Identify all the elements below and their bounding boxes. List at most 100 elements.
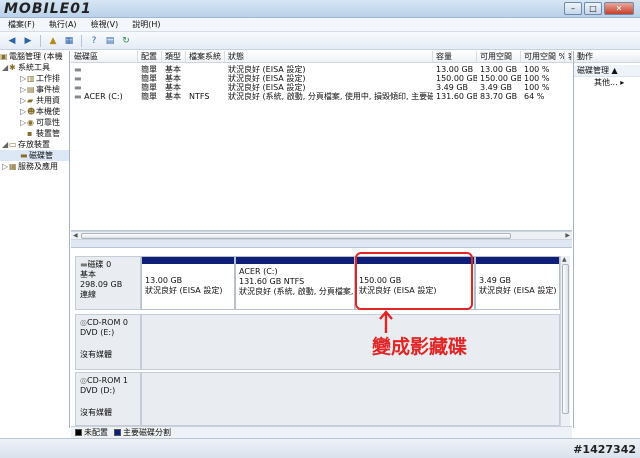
- column-header-file-system[interactable]: 檔案系統: [186, 51, 225, 63]
- layout-cell: 簡單: [141, 83, 157, 92]
- column-header-percent-free[interactable]: 可用空間 %: [521, 51, 565, 63]
- column-header-fault-tolerance[interactable]: 容錯: [565, 51, 572, 63]
- computer-icon: ▣: [0, 52, 8, 61]
- close-button[interactable]: ✕: [604, 2, 634, 15]
- expand-arrow-icon[interactable]: ▷: [2, 161, 9, 172]
- layout-cell: 簡單: [141, 92, 157, 101]
- disk-0-partitions: 13.00 GB 狀況良好 (EISA 設定) ACER (C:) 131.60…: [141, 256, 560, 310]
- expand-arrow-icon[interactable]: ▷: [20, 95, 27, 106]
- scrollbar-thumb[interactable]: [81, 233, 511, 239]
- menu-view[interactable]: 檢視(V): [91, 19, 119, 30]
- minimize-button[interactable]: –: [564, 2, 582, 15]
- highlight-box: [355, 252, 473, 310]
- tree-item-computer-management[interactable]: ▣電腦管理 (本機: [0, 51, 69, 62]
- capacity-cell: 150.00 GB: [436, 74, 477, 83]
- forward-arrow-icon[interactable]: ▶: [22, 35, 34, 47]
- navigation-tree: ▣電腦管理 (本機 ◢✱ 系統工具 ▷▥工作排 ▷▤事件檢 ▷▰ 共用資 ▷☻本機使…: [0, 51, 70, 428]
- tree-item-shared-folders[interactable]: ▷▰ 共用資: [0, 95, 69, 106]
- partition-3-49gb[interactable]: 3.49 GB 狀況良好 (EISA 設定): [475, 256, 560, 310]
- tree-item-system-tools[interactable]: ◢✱ 系統工具: [0, 62, 69, 73]
- vertical-scrollbar[interactable]: ▲: [560, 256, 570, 426]
- tree-item-reliability[interactable]: ▷◉ 可靠性: [0, 117, 69, 128]
- partition-acer-c[interactable]: ACER (C:) 131.60 GB NTFS 狀況良好 (系統, 啟動, 分…: [235, 256, 355, 310]
- pane-splitter[interactable]: [71, 240, 572, 247]
- column-header-type[interactable]: 類型: [162, 51, 186, 63]
- tree-item-device-manager[interactable]: ▪ 裝置管: [0, 128, 69, 139]
- table-row[interactable]: ▬ 簡單 基本 狀況良好 (EISA 設定) 13.00 GB 13.00 GB…: [71, 65, 572, 74]
- chevron-right-icon: ▸: [620, 78, 625, 87]
- show-tree-icon[interactable]: ▦: [63, 35, 75, 47]
- annotation-text: 變成影藏碟: [372, 336, 468, 358]
- cdrom-1-area[interactable]: [141, 372, 560, 426]
- scroll-right-icon[interactable]: ▶: [565, 232, 570, 240]
- volume-cell: ▬ ACER (C:): [74, 92, 123, 101]
- column-header-status[interactable]: 狀態: [225, 51, 433, 63]
- tree-item-disk-management[interactable]: ▬磁碟管: [0, 150, 69, 161]
- free-space-cell: 150.00 GB: [480, 74, 521, 83]
- file-system-cell: [186, 65, 225, 74]
- more-actions-link[interactable]: 其他... ▸: [574, 77, 640, 89]
- collapse-arrow-icon[interactable]: ▲: [612, 66, 618, 75]
- table-row[interactable]: ▬ ACER (C:) 簡單 基本 NTFS 狀況良好 (系統, 啟動, 分頁檔…: [71, 92, 572, 101]
- volume-cell: ▬: [71, 65, 138, 74]
- back-arrow-icon[interactable]: ◀: [6, 35, 18, 47]
- menu-action[interactable]: 執行(A): [49, 19, 77, 30]
- refresh-icon[interactable]: ↻: [120, 35, 132, 47]
- scroll-up-icon[interactable]: ▲: [562, 256, 567, 264]
- tree-item-event-viewer[interactable]: ▷▤事件檢: [0, 84, 69, 95]
- cdrom-1-label[interactable]: ◎CD-ROM 1 DVD (D:) 沒有媒體: [75, 372, 141, 426]
- maximize-button[interactable]: □: [584, 2, 602, 15]
- percent-free-cell: 64 %: [524, 92, 545, 101]
- up-arrow-icon: [379, 310, 393, 333]
- disk-map: ▬磁碟 0 基本 298.09 GB 連線 13.00 GB 狀況良好 (EIS…: [71, 247, 572, 426]
- scroll-left-icon[interactable]: ◀: [73, 232, 78, 240]
- table-row[interactable]: ▬ 簡單 基本 狀況良好 (EISA 設定) 150.00 GB 150.00 …: [71, 74, 572, 83]
- disk-0-label[interactable]: ▬磁碟 0 基本 298.09 GB 連線: [75, 256, 141, 310]
- cdrom-0-area[interactable]: [141, 314, 560, 370]
- column-header-free-space[interactable]: 可用空間: [477, 51, 521, 63]
- disk-size: 298.09 GB: [80, 280, 123, 289]
- file-system-cell: [186, 74, 225, 83]
- capacity-cell: 3.49 GB: [436, 83, 469, 92]
- actions-section-disk-management[interactable]: 磁碟管理 ▲: [574, 65, 640, 77]
- up-folder-icon[interactable]: ▲: [47, 35, 59, 47]
- menu-help[interactable]: 說明(H): [132, 19, 160, 30]
- partition-bar: [476, 257, 559, 264]
- menu-file[interactable]: 檔案(F): [8, 19, 35, 30]
- file-system-cell: NTFS: [189, 92, 210, 101]
- scrollbar-thumb[interactable]: [562, 264, 569, 414]
- disk-icon: ▬: [80, 260, 88, 269]
- partition-13gb[interactable]: 13.00 GB 狀況良好 (EISA 設定): [141, 256, 235, 310]
- column-header-layout[interactable]: 配置: [138, 51, 162, 63]
- tree-item-local-users[interactable]: ▷☻本機使: [0, 106, 69, 117]
- horizontal-scrollbar[interactable]: ◀ ▶: [71, 231, 572, 240]
- column-header-capacity[interactable]: 容量: [433, 51, 477, 63]
- expand-arrow-icon[interactable]: ▷: [20, 73, 27, 84]
- drive-letter: DVD (D:): [80, 386, 116, 395]
- tree-item-services[interactable]: ▷▦服務及應用: [0, 161, 69, 172]
- collapse-arrow-icon[interactable]: ◢: [2, 62, 9, 73]
- expand-arrow-icon[interactable]: ▷: [20, 106, 27, 117]
- free-space-cell: 83.70 GB: [480, 92, 518, 101]
- toolbar-divider: [81, 34, 82, 47]
- services-icon: ▦: [9, 162, 17, 171]
- free-space-cell: 3.49 GB: [480, 83, 513, 92]
- capacity-cell: 131.60 GB: [436, 92, 477, 101]
- disk-management-pane: 磁碟區 配置 類型 檔案系統 狀態 容量 可用空間 可用空間 % 容錯 ▬ 簡單…: [71, 51, 572, 428]
- help-icon[interactable]: ?: [88, 35, 100, 47]
- expand-arrow-icon[interactable]: ▷: [20, 84, 27, 95]
- properties-icon[interactable]: ▤: [104, 35, 116, 47]
- volume-icon: ▬: [74, 74, 82, 83]
- media-status: 沒有媒體: [80, 350, 112, 359]
- media-status: 沒有媒體: [80, 408, 112, 417]
- column-header-volume[interactable]: 磁碟區: [71, 51, 138, 63]
- cdrom-0-label[interactable]: ◎CD-ROM 0 DVD (E:) 沒有媒體: [75, 314, 141, 370]
- status-cell: 狀況良好 (系統, 啟動, 分頁檔案, 使用中, 損毀傾印, 主要磁碟分割): [228, 92, 433, 101]
- tree-item-task-scheduler[interactable]: ▷▥工作排: [0, 73, 69, 84]
- cdrom-icon: ◎: [80, 318, 87, 327]
- task-scheduler-icon: ▥: [27, 74, 35, 83]
- expand-arrow-icon[interactable]: ▷: [20, 117, 27, 128]
- tree-item-storage[interactable]: ◢▭存放裝置: [0, 139, 69, 150]
- table-row[interactable]: ▬ 簡單 基本 狀況良好 (EISA 設定) 3.49 GB 3.49 GB 1…: [71, 83, 572, 92]
- collapse-arrow-icon[interactable]: ◢: [2, 139, 9, 150]
